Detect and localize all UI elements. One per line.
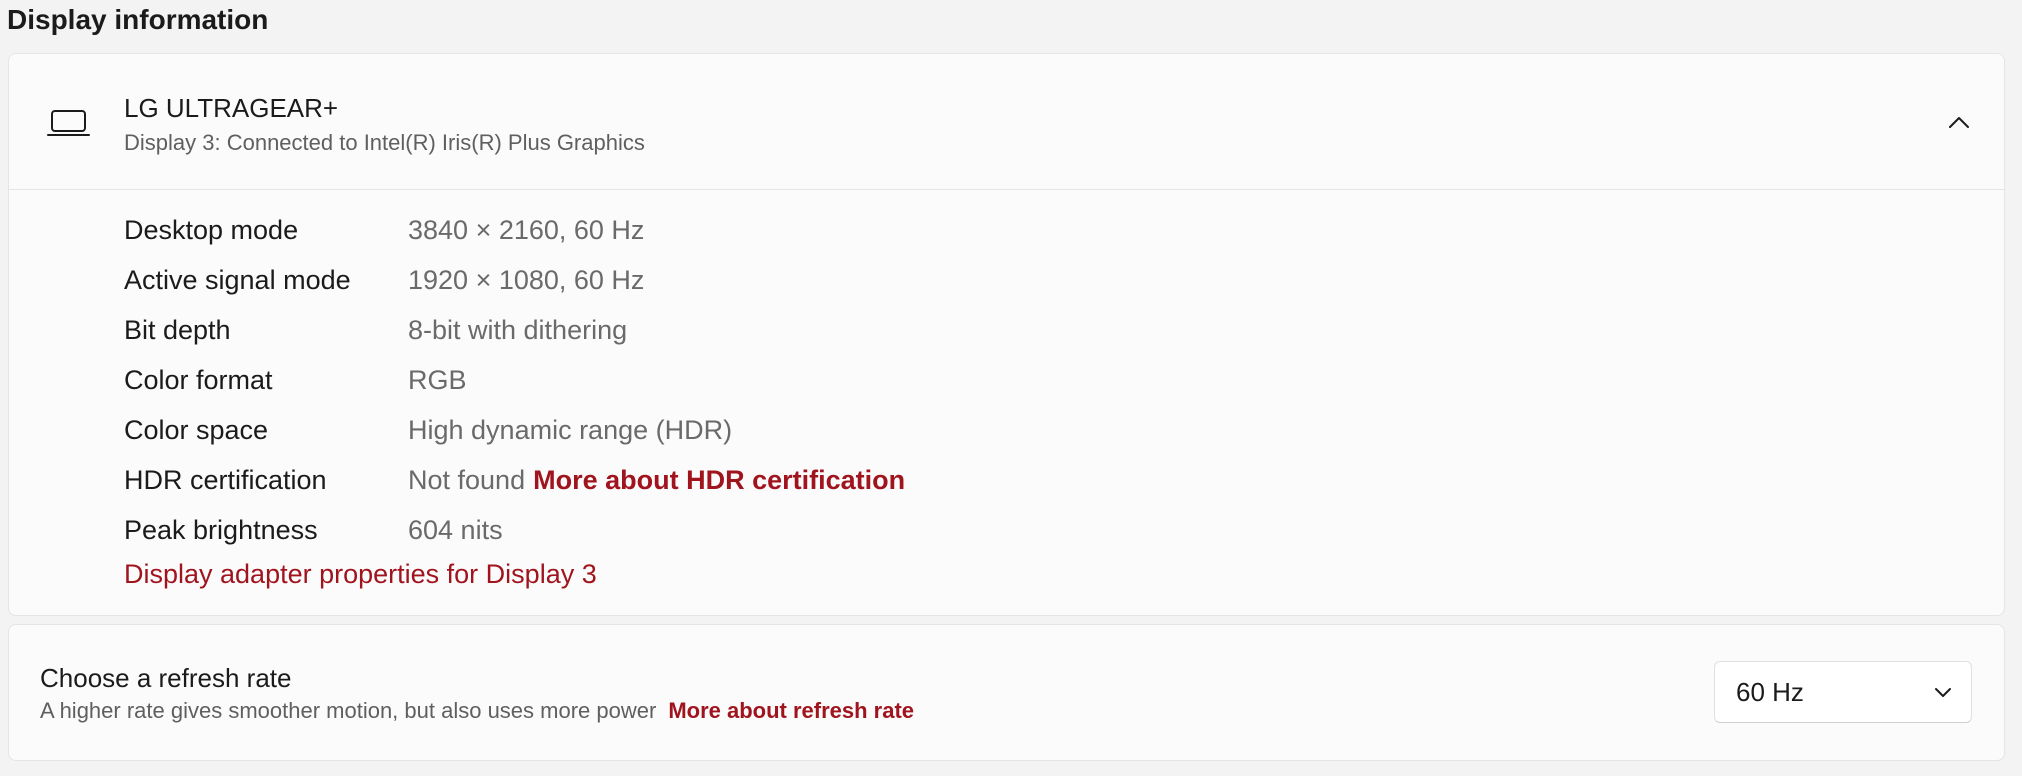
- info-label: Desktop mode: [124, 215, 299, 245]
- info-label: HDR certification: [124, 465, 327, 495]
- info-value: Not found: [408, 465, 526, 495]
- section-title: Display information: [7, 4, 269, 35]
- info-value-group: Not found More about HDR certification: [408, 460, 905, 500]
- refresh-rate-title: Choose a refresh rate: [40, 663, 292, 693]
- laptop-icon: [47, 110, 90, 136]
- refresh-rate-link[interactable]: More about refresh rate: [668, 698, 914, 723]
- info-label: Color space: [124, 415, 269, 445]
- info-value: High dynamic range (HDR): [408, 415, 733, 445]
- chevron-up-icon[interactable]: [1944, 110, 1974, 134]
- display-adapter-properties-link[interactable]: Display adapter properties for Display 3: [124, 554, 597, 594]
- refresh-rate-description: A higher rate gives smoother motion, but…: [40, 698, 657, 723]
- refresh-rate-card: Choose a refresh rate A higher rate give…: [8, 624, 2005, 761]
- info-label: Active signal mode: [124, 265, 351, 295]
- display-name: LG ULTRAGEAR+: [124, 93, 339, 123]
- chevron-down-icon: [1935, 688, 1951, 697]
- refresh-rate-selected: 60 Hz: [1736, 677, 1804, 707]
- display-subtitle: Display 3: Connected to Intel(R) Iris(R)…: [124, 130, 645, 155]
- display-card-header[interactable]: LG ULTRAGEAR+ Display 3: Connected to In…: [9, 54, 2004, 190]
- info-value: RGB: [408, 365, 467, 395]
- refresh-rate-description-group: A higher rate gives smoother motion, but…: [40, 696, 914, 726]
- display-info-card: LG ULTRAGEAR+ Display 3: Connected to In…: [8, 53, 2005, 616]
- hdr-certification-link[interactable]: More about HDR certification: [533, 465, 905, 495]
- info-value: 3840 × 2160, 60 Hz: [408, 215, 645, 245]
- info-label: Color format: [124, 365, 273, 395]
- info-value: 8-bit with dithering: [408, 315, 628, 345]
- settings-page: Display information LG ULTRAGEAR+ Displa…: [0, 0, 2022, 776]
- info-label: Bit depth: [124, 315, 231, 345]
- info-label: Peak brightness: [124, 515, 318, 545]
- info-value: 1920 × 1080, 60 Hz: [408, 265, 645, 295]
- refresh-rate-dropdown[interactable]: 60 Hz: [1714, 661, 1972, 723]
- info-value: 604 nits: [408, 515, 503, 545]
